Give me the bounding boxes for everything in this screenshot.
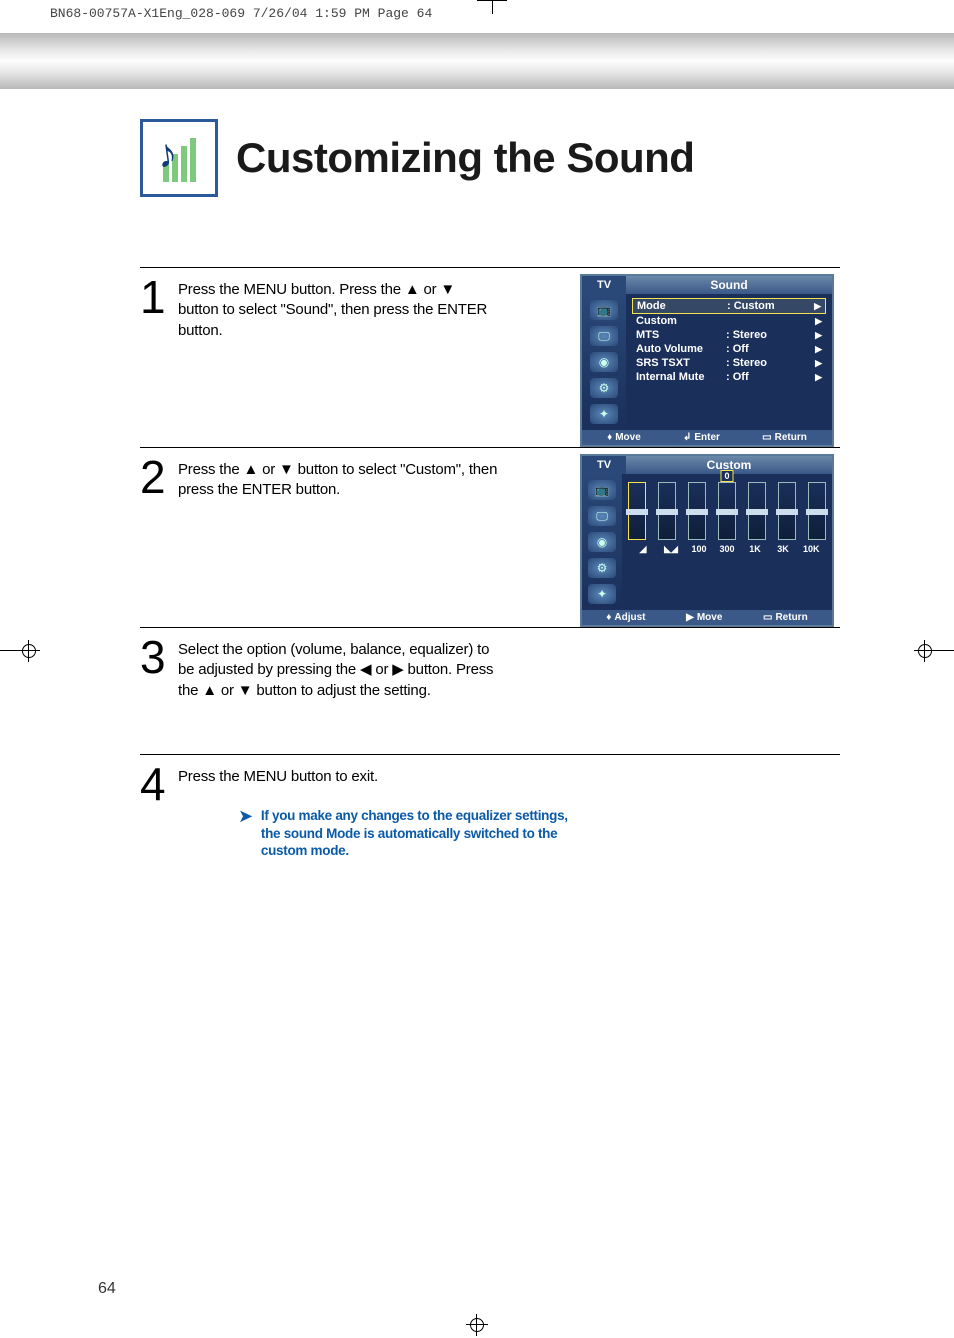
osd-footer: ♦Adjust ▶Move ▭Return — [582, 610, 832, 625]
eq-slider — [778, 482, 796, 540]
eq-slider — [748, 482, 766, 540]
osd-row-mode: Mode : Custom ▶ — [632, 298, 826, 314]
note-text: If you make any changes to the equalizer… — [261, 807, 578, 860]
crop-mark-icon — [477, 0, 507, 20]
osd-tv-label: TV — [582, 276, 626, 294]
osd-icon: ✦ — [590, 404, 618, 424]
osd-menu-list: Mode : Custom ▶ Custom ▶ MTS — [626, 294, 832, 430]
eq-value: 0 — [720, 470, 733, 482]
updown-icon: ♦ — [606, 612, 611, 623]
page-number: 64 — [98, 1280, 894, 1298]
osd-icon: ◉ — [588, 532, 616, 552]
eq-label: 300 — [719, 544, 735, 555]
eq-label: 3K — [775, 544, 791, 555]
osd-icon: 🖵 — [588, 506, 616, 526]
eq-label: 100 — [691, 544, 707, 555]
eq-slider — [688, 482, 706, 540]
note-arrow-icon: ➤ — [238, 807, 253, 860]
osd-icon: ✦ — [588, 584, 616, 604]
eq-slider — [628, 482, 646, 540]
eq-label: 10K — [803, 544, 819, 555]
eq-label: ◢ — [635, 544, 651, 555]
updown-icon: ♦ — [607, 432, 612, 443]
right-icon: ▶ — [686, 612, 694, 623]
step-text: Select the option (volume, balance, equa… — [178, 634, 498, 701]
enter-icon: ↲ — [683, 432, 691, 443]
note-block: ➤ If you make any changes to the equaliz… — [238, 807, 578, 860]
osd-sidebar-icons: 📺 🖵 ◉ ⚙ ✦ — [582, 474, 622, 610]
step-text: Press the MENU button to exit. — [178, 767, 578, 787]
step-3: 3 Select the option (volume, balance, eq… — [140, 627, 840, 754]
chevron-right-icon: ▶ — [812, 344, 822, 355]
osd-row-mts: MTS : Stereo ▶ — [632, 328, 826, 342]
eq-slider — [808, 482, 826, 540]
step-number: 1 — [140, 274, 168, 320]
crop-header: BN68-00757A-X1Eng_028-069 7/26/04 1:59 P… — [0, 0, 954, 25]
osd-row-autovolume: Auto Volume : Off ▶ — [632, 342, 826, 356]
steps-list: 1 Press the MENU button. Press the ▲ or … — [140, 267, 840, 860]
osd-screenshot-custom: TV Custom 📺 🖵 ◉ ⚙ ✦ 0 — [580, 454, 840, 627]
page-title: Customizing the Sound — [236, 134, 694, 182]
osd-tv-label: TV — [582, 456, 626, 474]
osd-icon: 🖵 — [590, 326, 618, 346]
step-1: 1 Press the MENU button. Press the ▲ or … — [140, 267, 840, 447]
eq-slider — [718, 482, 736, 540]
chevron-right-icon: ▶ — [812, 330, 822, 341]
step-number: 4 — [140, 761, 168, 807]
crop-header-text: BN68-00757A-X1Eng_028-069 7/26/04 1:59 P… — [50, 6, 432, 21]
banner-strip — [0, 33, 954, 89]
osd-title: Sound — [626, 278, 832, 292]
eq-labels: ◢ ◣◢ 100 300 1K 3K 10K — [622, 544, 832, 559]
eq-label: ◣◢ — [663, 544, 679, 555]
eq-slider — [658, 482, 676, 540]
step-number: 3 — [140, 634, 168, 680]
sound-music-icon: ♪ — [140, 119, 218, 197]
chevron-right-icon: ▶ — [812, 372, 822, 383]
osd-row-srs: SRS TSXT : Stereo ▶ — [632, 356, 826, 370]
chevron-right-icon: ▶ — [812, 358, 822, 369]
osd-icon: 📺 — [590, 300, 618, 320]
osd-icon: ⚙ — [590, 378, 618, 398]
step-text: Press the MENU button. Press the ▲ or ▼ … — [178, 274, 498, 341]
osd-footer: ♦Move ↲Enter ▭Return — [582, 430, 832, 445]
osd-icon: ⚙ — [588, 558, 616, 578]
osd-row-custom: Custom ▶ — [632, 314, 826, 328]
chevron-right-icon: ▶ — [812, 316, 822, 327]
return-icon: ▭ — [763, 612, 772, 623]
osd-icon: ◉ — [590, 352, 618, 372]
step-2: 2 Press the ▲ or ▼ button to select "Cus… — [140, 447, 840, 627]
step-text: Press the ▲ or ▼ button to select "Custo… — [178, 454, 498, 501]
title-row: ♪ Customizing the Sound — [140, 119, 894, 197]
chevron-right-icon: ▶ — [811, 301, 821, 312]
osd-row-mute: Internal Mute : Off ▶ — [632, 370, 826, 384]
osd-screenshot-sound: TV Sound 📺 🖵 ◉ ⚙ ✦ Mode — [580, 274, 840, 447]
osd-icon: 📺 — [588, 480, 616, 500]
step-4: 4 Press the MENU button to exit. ➤ If yo… — [140, 754, 840, 860]
osd-sidebar-icons: 📺 🖵 ◉ ⚙ ✦ — [582, 294, 626, 430]
crop-mark-bottom-icon — [0, 1308, 954, 1338]
eq-label: 1K — [747, 544, 763, 555]
page-content: ♪ Customizing the Sound 1 Press the MENU… — [0, 89, 954, 1308]
step-number: 2 — [140, 454, 168, 500]
osd-equalizer: 0 ◢ ◣◢ — [622, 474, 832, 610]
return-icon: ▭ — [762, 432, 771, 443]
